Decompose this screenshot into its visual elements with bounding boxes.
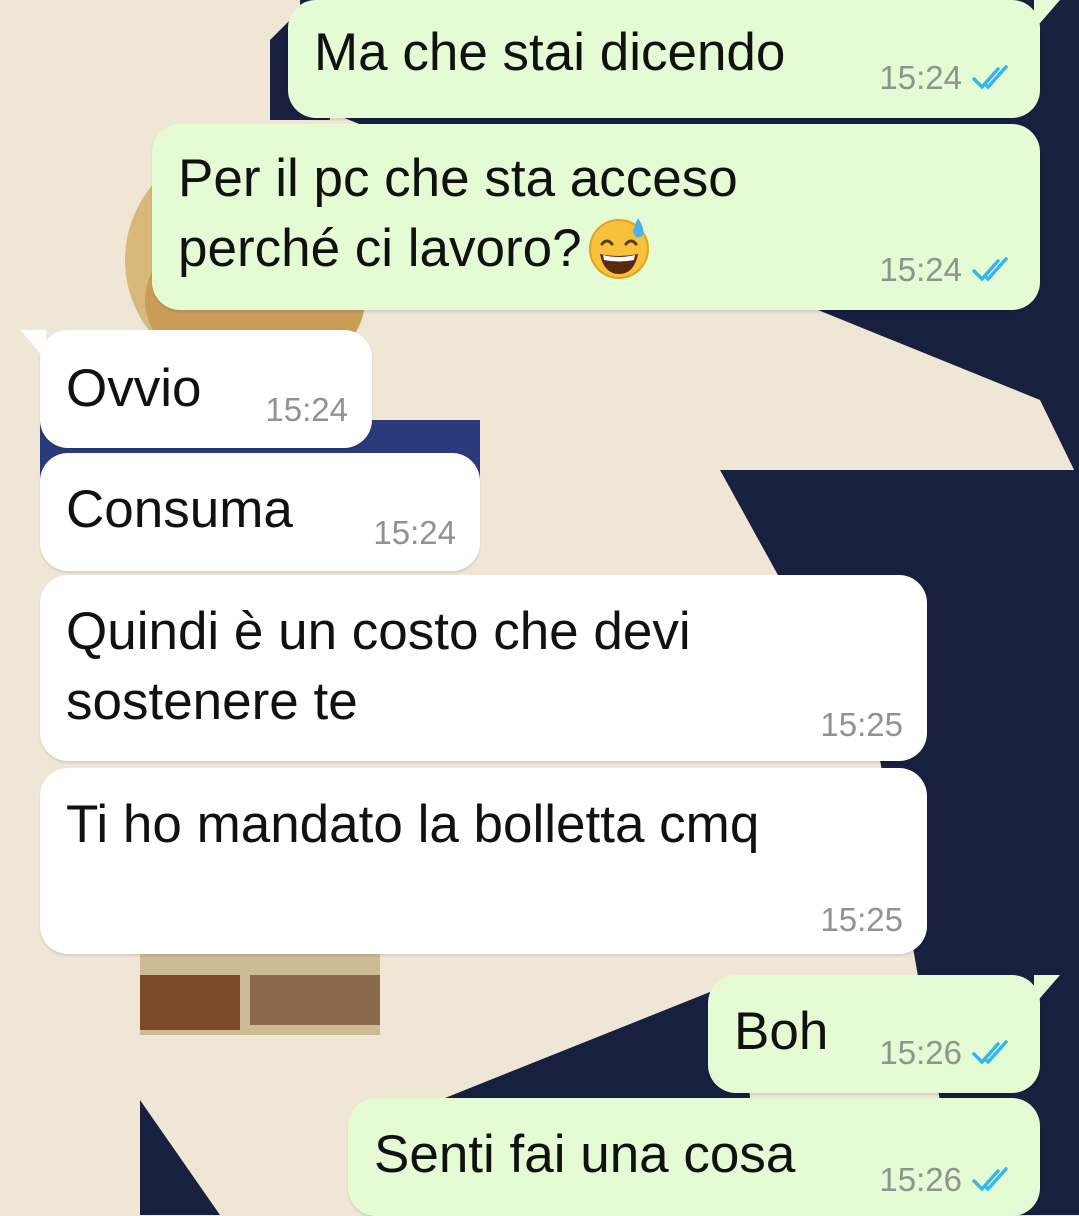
read-double-check-icon [972,65,1008,90]
message-text: Senti fai una cosa [374,1125,796,1184]
message-text: Ovvio [66,359,202,418]
message-text-content: Per il pc che sta acceso perché ci lavor… [178,149,738,278]
message-meta: 15:26 [879,1162,1016,1198]
outgoing-message[interactable]: Senti fai una cosa 15:26 [348,1098,1040,1216]
read-double-check-icon [972,1040,1008,1065]
message-time: 15:24 [879,251,962,288]
read-double-check-icon [972,1167,1008,1192]
message-time: 15:26 [879,1161,962,1198]
message-time: 15:25 [820,706,903,743]
message-time: 15:24 [879,59,962,96]
incoming-message[interactable]: Consuma 15:24 [40,453,480,571]
message-text: Ti ho mandato la bolletta cmq [66,795,760,854]
incoming-message[interactable]: Quindi è un costo che devi sostenere te … [40,575,927,761]
message-meta: 15:24 [879,252,1016,288]
sweat-smile-emoji-icon [588,218,649,279]
outgoing-message[interactable]: Boh 15:26 [708,975,1060,1093]
incoming-message[interactable]: Ti ho mandato la bolletta cmq 15:25 [40,768,927,954]
message-time: 15:24 [265,391,348,428]
message-meta: 15:25 [820,707,903,743]
incoming-message[interactable]: Ovvio 15:24 [20,330,372,448]
message-time: 15:25 [820,901,903,938]
read-double-check-icon [972,257,1008,282]
message-meta: 15:24 [373,515,456,551]
message-text: Boh [734,1002,829,1061]
message-time: 15:26 [879,1034,962,1071]
message-time: 15:24 [373,514,456,551]
message-meta: 15:26 [879,1035,1016,1071]
bubble-tail-icon [20,330,46,360]
bubble-tail-icon [1034,0,1060,30]
outgoing-message[interactable]: Per il pc che sta acceso perché ci lavor… [152,124,1040,310]
message-text: Consuma [66,480,293,539]
message-meta: 15:24 [879,60,1016,96]
bubble-tail-icon [1034,975,1060,1005]
message-text: Per il pc che sta acceso perché ci lavor… [178,144,738,284]
outgoing-message[interactable]: Ma che stai dicendo 15:24 [288,0,1060,118]
message-text: Quindi è un costo che devi sostenere te [66,602,691,731]
message-text: Ma che stai dicendo [314,23,786,82]
message-meta: 15:24 [265,392,348,428]
message-meta: 15:25 [820,902,903,938]
